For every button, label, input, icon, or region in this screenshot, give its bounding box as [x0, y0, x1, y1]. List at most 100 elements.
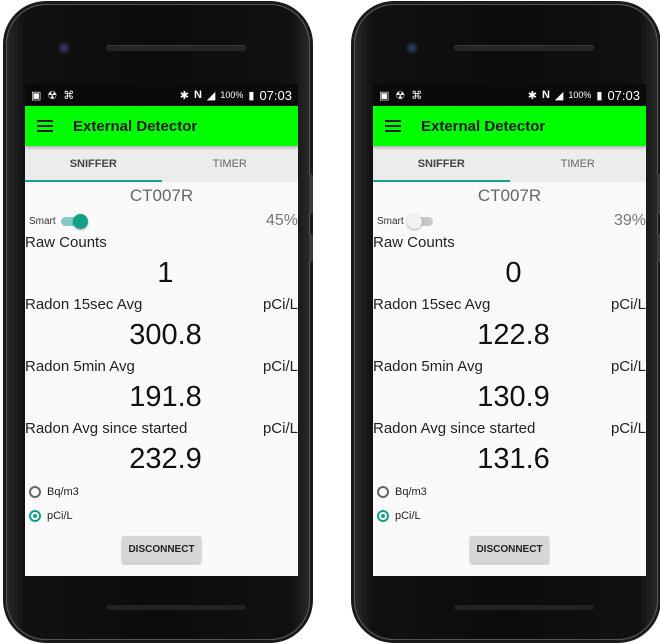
status-bar: ▣ ☢ ⌘ ✱ N ◢ 100% ▮ 07:03	[25, 84, 298, 106]
tab-sniffer[interactable]: SNIFFER	[25, 146, 162, 182]
radon-avg-row: Radon Avg since started pCi/L	[25, 418, 298, 438]
radio-bq[interactable]	[29, 486, 41, 498]
radio-pci-label: pCi/L	[47, 510, 73, 522]
signal-icon: ◢	[554, 89, 564, 102]
bottom-speaker	[106, 605, 246, 610]
app-bar: External Detector	[25, 106, 298, 146]
bluetooth-icon: ✱	[179, 89, 189, 102]
signal-icon: ◢	[206, 89, 216, 102]
disconnect-button[interactable]: DISCONNECT	[470, 536, 549, 563]
device-id: CT007R	[477, 186, 542, 205]
radon-15sec-label: Radon 15sec Avg	[25, 295, 143, 313]
radon-5min-value: 191.8	[129, 381, 202, 413]
volume-button	[309, 174, 313, 214]
radon-5min-unit: pCi/L	[610, 357, 646, 375]
battery-percent: 100%	[568, 90, 592, 100]
raw-counts-row: Raw Counts	[373, 232, 646, 252]
clock: 07:03	[607, 87, 640, 103]
battery-icon: ▮	[248, 89, 255, 102]
battery-icon: ▮	[596, 89, 603, 102]
raw-counts-row: Raw Counts	[25, 232, 298, 252]
radon-5min-label: Radon 5min Avg	[25, 357, 135, 375]
percent-value: 39%	[613, 212, 646, 229]
radio-pci-option[interactable]: pCi/L	[25, 504, 298, 528]
clock: 07:03	[259, 87, 292, 103]
earpiece-speaker	[454, 45, 594, 51]
wifi-icon: ⌘	[63, 89, 75, 102]
smart-toggle[interactable]	[59, 214, 88, 229]
radon-15sec-value: 122.8	[477, 319, 550, 351]
device-id: CT007R	[129, 186, 194, 205]
radon-15sec-row: Radon 15sec Avg pCi/L	[25, 294, 298, 314]
raw-counts-value: 1	[157, 257, 174, 289]
phone-right: ▣ ☢ ⌘ ✱ N ◢ 100% ▮ 07:03 External Detect…	[354, 4, 660, 640]
radio-bq-option[interactable]: Bq/m3	[373, 480, 646, 504]
radon-5min-label: Radon 5min Avg	[373, 357, 483, 375]
smart-label: Smart	[29, 215, 56, 227]
smart-row: Smart 45%	[25, 210, 298, 232]
image-icon: ▣	[31, 89, 42, 102]
tab-timer[interactable]: TIMER	[510, 146, 647, 182]
bluetooth-icon: ✱	[527, 89, 537, 102]
radon-15sec-unit: pCi/L	[262, 295, 298, 313]
radio-bq-label: Bq/m3	[395, 486, 427, 498]
radon-avg-value: 131.6	[477, 443, 550, 475]
bottom-speaker	[454, 605, 594, 610]
power-button	[309, 234, 313, 262]
app-title: External Detector	[421, 117, 546, 135]
menu-icon[interactable]	[37, 120, 53, 132]
smart-toggle[interactable]	[406, 214, 435, 229]
raw-counts-label: Raw Counts	[373, 233, 455, 251]
radon-avg-unit: pCi/L	[610, 419, 646, 437]
radio-bq[interactable]	[377, 486, 389, 498]
phone-left: ▣ ☢ ⌘ ✱ N ◢ 100% ▮ 07:03 External Detect…	[6, 4, 313, 640]
image-icon: ▣	[379, 89, 390, 102]
tab-timer[interactable]: TIMER	[162, 146, 299, 182]
radon-5min-value: 130.9	[477, 381, 550, 413]
radon-5min-unit: pCi/L	[262, 357, 298, 375]
tab-bar: SNIFFER TIMER	[25, 146, 298, 182]
radio-pci-option[interactable]: pCi/L	[373, 504, 646, 528]
raw-counts-value: 0	[505, 257, 522, 289]
radio-pci[interactable]	[377, 510, 389, 522]
nfc-icon: N	[541, 89, 550, 101]
radio-bq-label: Bq/m3	[47, 486, 79, 498]
percent-value: 45%	[265, 212, 298, 229]
front-camera	[58, 42, 70, 54]
wifi-icon: ⌘	[411, 89, 423, 102]
radon-15sec-unit: pCi/L	[610, 295, 646, 313]
radon-avg-row: Radon Avg since started pCi/L	[373, 418, 646, 438]
status-bar: ▣ ☢ ⌘ ✱ N ◢ 100% ▮ 07:03	[373, 84, 646, 106]
menu-icon[interactable]	[385, 120, 401, 132]
radiation-icon: ☢	[395, 89, 406, 102]
tab-indicator	[25, 180, 162, 182]
radon-15sec-row: Radon 15sec Avg pCi/L	[373, 294, 646, 314]
raw-counts-label: Raw Counts	[25, 233, 107, 251]
radon-5min-row: Radon 5min Avg pCi/L	[25, 356, 298, 376]
radiation-icon: ☢	[47, 89, 58, 102]
app-title: External Detector	[73, 117, 198, 135]
app-bar: External Detector	[373, 106, 646, 146]
radio-pci[interactable]	[29, 510, 41, 522]
radon-15sec-value: 300.8	[129, 319, 202, 351]
earpiece-speaker	[106, 45, 246, 51]
smart-label: Smart	[377, 215, 404, 227]
nfc-icon: N	[193, 89, 202, 101]
disconnect-button[interactable]: DISCONNECT	[122, 536, 201, 563]
radon-15sec-label: Radon 15sec Avg	[373, 295, 491, 313]
tab-sniffer[interactable]: SNIFFER	[373, 146, 510, 182]
screen: ▣ ☢ ⌘ ✱ N ◢ 100% ▮ 07:03 External Detect…	[25, 84, 298, 576]
radon-5min-row: Radon 5min Avg pCi/L	[373, 356, 646, 376]
radon-avg-label: Radon Avg since started	[25, 419, 188, 437]
front-camera	[406, 42, 418, 54]
tab-indicator	[373, 180, 510, 182]
tab-bar: SNIFFER TIMER	[373, 146, 646, 182]
radon-avg-value: 232.9	[129, 443, 202, 475]
battery-percent: 100%	[220, 90, 244, 100]
radio-bq-option[interactable]: Bq/m3	[25, 480, 298, 504]
radon-avg-label: Radon Avg since started	[373, 419, 536, 437]
screen: ▣ ☢ ⌘ ✱ N ◢ 100% ▮ 07:03 External Detect…	[373, 84, 646, 576]
radon-avg-unit: pCi/L	[262, 419, 298, 437]
smart-row: Smart 39%	[373, 210, 646, 232]
radio-pci-label: pCi/L	[395, 510, 421, 522]
